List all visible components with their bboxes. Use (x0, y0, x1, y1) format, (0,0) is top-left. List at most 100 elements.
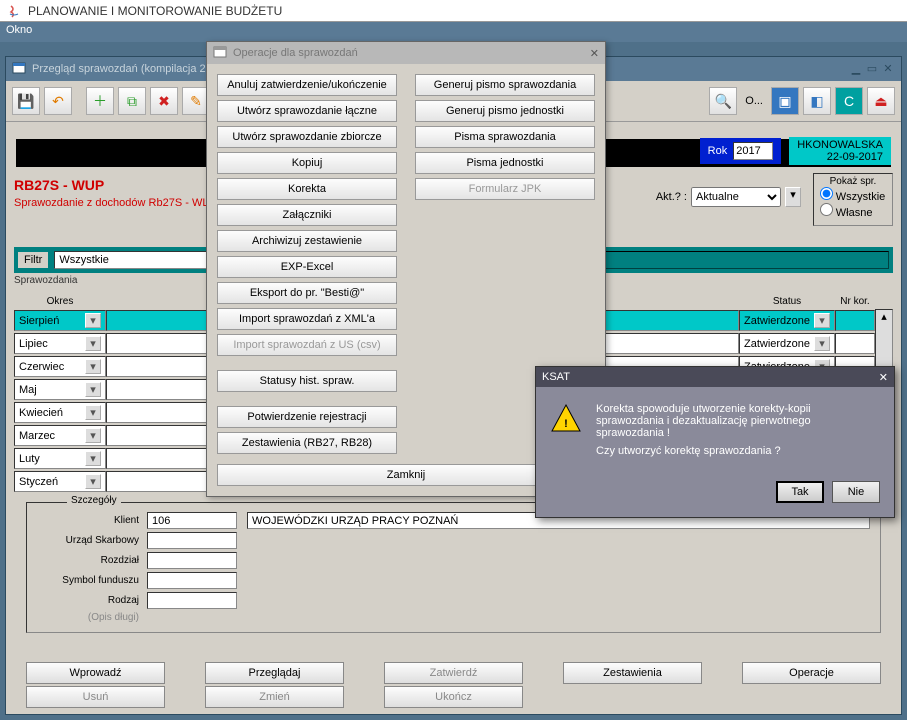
col-okres: Okres (14, 294, 106, 309)
symbol-label: Symbol funduszu (37, 575, 147, 586)
exit-icon[interactable]: ⏏ (867, 87, 895, 115)
okres-cell[interactable]: Lipiec (14, 333, 106, 354)
op-button[interactable]: Archiwizuj zestawienie (217, 230, 397, 252)
bottom-buttons: Wprowadź Przeglądaj Zatwierdź Zestawieni… (26, 660, 881, 708)
zatwierdz-button[interactable]: Zatwierdź (384, 662, 523, 684)
window-icon (12, 61, 26, 78)
app-title: PLANOWANIE I MONITOROWANIE BUDŻETU (28, 4, 282, 18)
op-button[interactable]: Załączniki (217, 204, 397, 226)
op-button[interactable]: Eksport do pr. "Besti@" (217, 282, 397, 304)
wprowadz-button[interactable]: Wprowadź (26, 662, 165, 684)
opis-label: (Opis długi) (37, 612, 147, 623)
rodzaj-label: Rodzaj (37, 595, 147, 606)
op-button[interactable]: Anuluj zatwierdzenie/ukończenie (217, 74, 397, 96)
maximize-icon[interactable]: ▭ (865, 62, 879, 76)
details-title: Szczegóły (67, 495, 121, 506)
status-cell[interactable]: Zatwierdzone (739, 310, 835, 331)
symbol-value (147, 572, 237, 589)
ukoncz-button[interactable]: Ukończ (384, 686, 523, 708)
pokaz-opt-wlasne[interactable]: Własne (820, 203, 886, 219)
ksat-yes-button[interactable]: Tak (776, 481, 824, 503)
java-icon (6, 3, 22, 19)
op-button[interactable]: Import sprawozdań z XML'a (217, 308, 397, 330)
ksat-message-2: Czy utworzyć korektę sprawozdania ? (596, 445, 880, 457)
op-button[interactable]: EXP-Excel (217, 256, 397, 278)
nrkor-cell[interactable] (835, 310, 875, 331)
zestawienia-button[interactable]: Zestawienia (563, 662, 702, 684)
pokaz-opt-wszystkie[interactable]: Wszystkie (820, 187, 886, 203)
filter-label: Filtr (18, 252, 48, 268)
usun-button[interactable]: Usuń (26, 686, 165, 708)
ksat-no-button[interactable]: Nie (832, 481, 880, 503)
urzad-label: Urząd Skarbowy (37, 535, 147, 546)
okres-cell[interactable]: Styczeń (14, 471, 106, 492)
delete-icon[interactable]: ✖ (150, 87, 178, 115)
pokaz-title: Pokaż spr. (820, 176, 886, 187)
ksat-dialog: KSAT ✕ ! Korekta spowoduje utworzenie ko… (535, 366, 895, 518)
report-code: RB27S - WUP (14, 177, 104, 193)
akt-extra-combo[interactable]: ▾ (785, 187, 801, 207)
col-nrkor: Nr kor. (835, 294, 875, 309)
rok-label: Rok (708, 145, 728, 157)
user-box: HKONOWALSKA 22-09-2017 (789, 137, 891, 165)
zmien-button[interactable]: Zmień (205, 686, 344, 708)
op-button[interactable]: Utwórz sprawozdanie łączne (217, 100, 397, 122)
akt-select[interactable]: Aktualne (691, 187, 781, 207)
save-icon[interactable]: 💾 (12, 87, 40, 115)
tool-b-icon[interactable]: ◧ (803, 87, 831, 115)
status-cell[interactable]: Zatwierdzone (739, 333, 835, 354)
tool-a-icon[interactable]: ▣ (771, 87, 799, 115)
rozdzial-label: Rozdział (37, 555, 147, 566)
duplicate-icon[interactable]: ⧉ (118, 87, 146, 115)
op-button[interactable]: Potwierdzenie rejestracji (217, 406, 397, 428)
add-icon[interactable]: ＋ (86, 87, 114, 115)
col-status: Status (739, 294, 835, 309)
akt-box: Akt.? : Aktualne ▾ (656, 187, 801, 207)
nrkor-cell[interactable] (835, 333, 875, 354)
op-button[interactable]: Generuj pismo sprawozdania (415, 74, 595, 96)
op-button[interactable]: Pisma jednostki (415, 152, 595, 174)
operations-close-icon[interactable]: ✕ (590, 47, 599, 60)
okres-cell[interactable]: Maj (14, 379, 106, 400)
op-button[interactable]: Kopiuj (217, 152, 397, 174)
close-icon[interactable]: ✕ (881, 62, 895, 76)
ksat-close-icon[interactable]: ✕ (879, 371, 888, 384)
okres-cell[interactable]: Kwiecień (14, 402, 106, 423)
menu-bar: Okno (0, 22, 907, 42)
op-button[interactable]: Zestawienia (RB27, RB28) (217, 432, 397, 454)
user-name: HKONOWALSKA (797, 139, 883, 151)
app-titlebar: PLANOWANIE I MONITOROWANIE BUDŻETU (0, 0, 907, 22)
details-panel: Szczegóły Klient 106 WOJEWÓDZKI URZĄD PR… (26, 502, 881, 633)
svg-text:!: ! (564, 418, 568, 430)
warning-icon: ! (550, 403, 582, 435)
op-button[interactable]: Utwórz sprawozdanie zbiorcze (217, 126, 397, 148)
rok-input[interactable] (733, 142, 773, 160)
undo-icon[interactable]: ↶ (44, 87, 72, 115)
okres-cell[interactable]: Sierpień (14, 310, 106, 331)
rozdzial-value (147, 552, 237, 569)
op-button[interactable]: Generuj pismo jednostki (415, 100, 595, 122)
o-button[interactable]: O... (741, 95, 767, 107)
operacje-button[interactable]: Operacje (742, 662, 881, 684)
pokaz-box: Pokaż spr. Wszystkie Własne (813, 173, 893, 226)
rodzaj-value (147, 592, 237, 609)
op-button[interactable]: Korekta (217, 178, 397, 200)
dialog-icon (213, 45, 227, 62)
op-button[interactable]: Import sprawozdań z US (csv) (217, 334, 397, 356)
okres-cell[interactable]: Luty (14, 448, 106, 469)
report-subtitle: Sprawozdanie z dochodów Rb27S - WL (14, 197, 208, 209)
minimize-icon[interactable]: ▁ (849, 62, 863, 76)
op-button[interactable]: Statusy hist. spraw. (217, 370, 397, 392)
klient-label: Klient (37, 515, 147, 526)
rok-box: Rok (700, 138, 782, 164)
doc-search-icon[interactable]: 🔍 (709, 87, 737, 115)
przegladaj-button[interactable]: Przeglądaj (205, 662, 344, 684)
urzad-value (147, 532, 237, 549)
op-button[interactable]: Pisma sprawozdania (415, 126, 595, 148)
okres-cell[interactable]: Marzec (14, 425, 106, 446)
akt-label: Akt.? : (656, 191, 687, 203)
menu-okno[interactable]: Okno (6, 24, 32, 36)
okres-cell[interactable]: Czerwiec (14, 356, 106, 377)
tool-c-icon[interactable]: C (835, 87, 863, 115)
op-button[interactable]: Formularz JPK (415, 178, 595, 200)
